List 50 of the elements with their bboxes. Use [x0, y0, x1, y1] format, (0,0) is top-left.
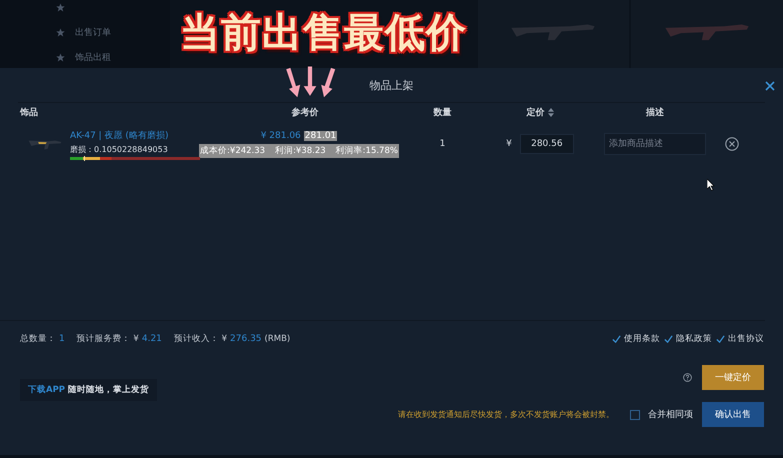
column-header: 描述 — [646, 106, 664, 118]
agreement-link[interactable]: 出售协议 — [728, 333, 764, 345]
agreement-link[interactable]: 隐私政策 — [676, 333, 712, 345]
column-header: 参考价 — [292, 106, 318, 118]
star-icon — [56, 28, 65, 36]
column-header: 数量 — [434, 106, 452, 118]
arrow — [286, 68, 300, 98]
agreement-link[interactable]: 使用条款 — [624, 333, 660, 345]
close-icon[interactable] — [765, 81, 775, 91]
lowest-price: 281.01 — [304, 130, 338, 140]
column-header: 饰品 — [20, 106, 38, 118]
confirm-sale-button[interactable]: 确认出售 — [702, 402, 764, 427]
summary-label: 预计服务费： ¥ — [76, 333, 139, 345]
merge-label: 合并相同项 — [648, 408, 693, 421]
currency-symbol: ¥ — [506, 139, 512, 149]
summary-unit: (RMB) — [264, 334, 290, 344]
sidebar-item[interactable]: 饰品出租 — [75, 50, 111, 64]
reference-price: ¥ 281.06 — [260, 130, 301, 140]
sidebar-item[interactable]: 出售订单 — [75, 26, 111, 38]
summary-value: 1 — [59, 334, 65, 344]
summary-label: 总数量： — [20, 333, 56, 345]
price-field[interactable]: 280.56 — [520, 134, 574, 154]
arrow — [321, 68, 336, 98]
help-icon[interactable] — [683, 373, 692, 382]
promo-text: 随时随地，掌上发货 — [68, 384, 150, 396]
description-field[interactable]: 添加商品描述 — [604, 133, 706, 155]
arrow — [304, 66, 316, 96]
star-icon — [56, 52, 65, 62]
warning-text: 请在收到发货通知后尽快发货，多次不发货账户将会被封禁。 — [398, 409, 614, 420]
sort-icon[interactable] — [548, 108, 554, 116]
item-name-link[interactable]: AK-47 | 夜愿 (略有磨损) — [70, 128, 200, 142]
annotation-text: 当前出售最低价 — [180, 9, 467, 58]
checkbox[interactable] — [716, 334, 725, 344]
column-header[interactable]: 定价 — [526, 106, 554, 118]
quantity-text: 1 — [440, 139, 446, 149]
dialog-title: 物品上架 — [370, 78, 414, 92]
cost-text: 成本价:¥242.33 — [200, 144, 266, 156]
checkbox[interactable] — [612, 334, 621, 344]
remove-icon[interactable] — [725, 137, 739, 151]
wear-text: 磨损：0.1050228849053 — [70, 144, 169, 154]
checkbox[interactable] — [630, 410, 640, 420]
profit-text: 利润:¥38.23 — [275, 144, 326, 156]
download-app-link[interactable]: 下载APP — [28, 384, 66, 396]
checkbox[interactable] — [664, 334, 673, 344]
star-icon — [56, 2, 65, 12]
summary-label: 预计收入： ¥ — [174, 333, 228, 345]
summary-value: 4.21 — [142, 334, 162, 344]
summary-value: 276.35 — [230, 334, 262, 344]
margin-text: 利润率:15.78% — [336, 144, 398, 156]
cursor-icon — [707, 179, 715, 191]
